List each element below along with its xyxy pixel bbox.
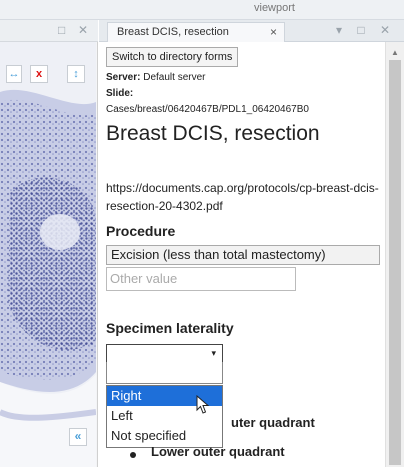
option-not-specified[interactable]: Not specified [107,426,222,446]
quadrant-option-upper-outer[interactable]: uter quadrant [231,415,315,430]
procedure-label: Procedure [106,223,176,239]
tab-bar: Breast DCIS, resection × ▾ □ ✕ [99,20,404,42]
switch-to-directory-forms-button[interactable]: Switch to directory forms [106,47,239,67]
pan-icon[interactable]: ↔ [6,65,22,83]
chevron-down-icon: ▾ [211,348,216,358]
slide-label: Slide: [106,88,134,99]
laterality-label: Specimen laterality [106,320,234,336]
slide-viewer-panel: □ ✕ ↔ x ↕ « ✕ ↕ [0,20,98,467]
tab-breast-dcis[interactable]: Breast DCIS, resection × [107,22,285,42]
slide-path: Cases/breast/06420467B/PDL1_06420467B0 [106,104,309,115]
laterality-select[interactable]: ▾ [106,344,223,363]
maximize-icon[interactable]: □ [58,23,65,37]
resize-icon[interactable]: ↕ [67,65,85,83]
clear-annotation-button[interactable]: x [30,65,48,83]
list-bullet [130,452,136,458]
protocol-url[interactable]: https://documents.cap.org/protocols/cp-b… [106,179,385,215]
server-info: Server: Default server [106,72,206,83]
other-value-input[interactable]: Other value [106,267,296,291]
collapse-panel-button[interactable]: « [69,428,87,446]
tab-close-icon[interactable]: × [270,25,277,39]
tab-title: Breast DCIS, resection [117,26,229,38]
dropdown-blank-option[interactable] [106,362,223,384]
form-scrollbar[interactable]: ▲ [385,42,404,467]
scroll-up-icon[interactable]: ▲ [391,48,399,57]
form-panel: Breast DCIS, resection × ▾ □ ✕ Switch to… [99,20,404,467]
viewport-label: viewport [254,2,295,14]
viewport-header: viewport [0,0,404,20]
slide-image[interactable] [0,42,96,467]
close-icon[interactable]: ✕ [78,23,88,37]
procedure-select[interactable]: Excision (less than total mastectomy) [106,245,380,265]
mouse-cursor-icon [196,395,210,414]
slide-viewer-titlebar: □ ✕ [0,20,98,42]
form-title: Breast DCIS, resection [106,122,320,145]
panel-controls[interactable]: ▾ □ ✕ [336,23,396,37]
server-value: Default server [143,72,206,83]
server-label: Server: [106,72,141,83]
scroll-thumb[interactable] [389,60,401,465]
form-content: Switch to directory forms Server: Defaul… [99,42,385,467]
quadrant-option-lower-outer[interactable]: Lower outer quadrant [151,444,285,459]
